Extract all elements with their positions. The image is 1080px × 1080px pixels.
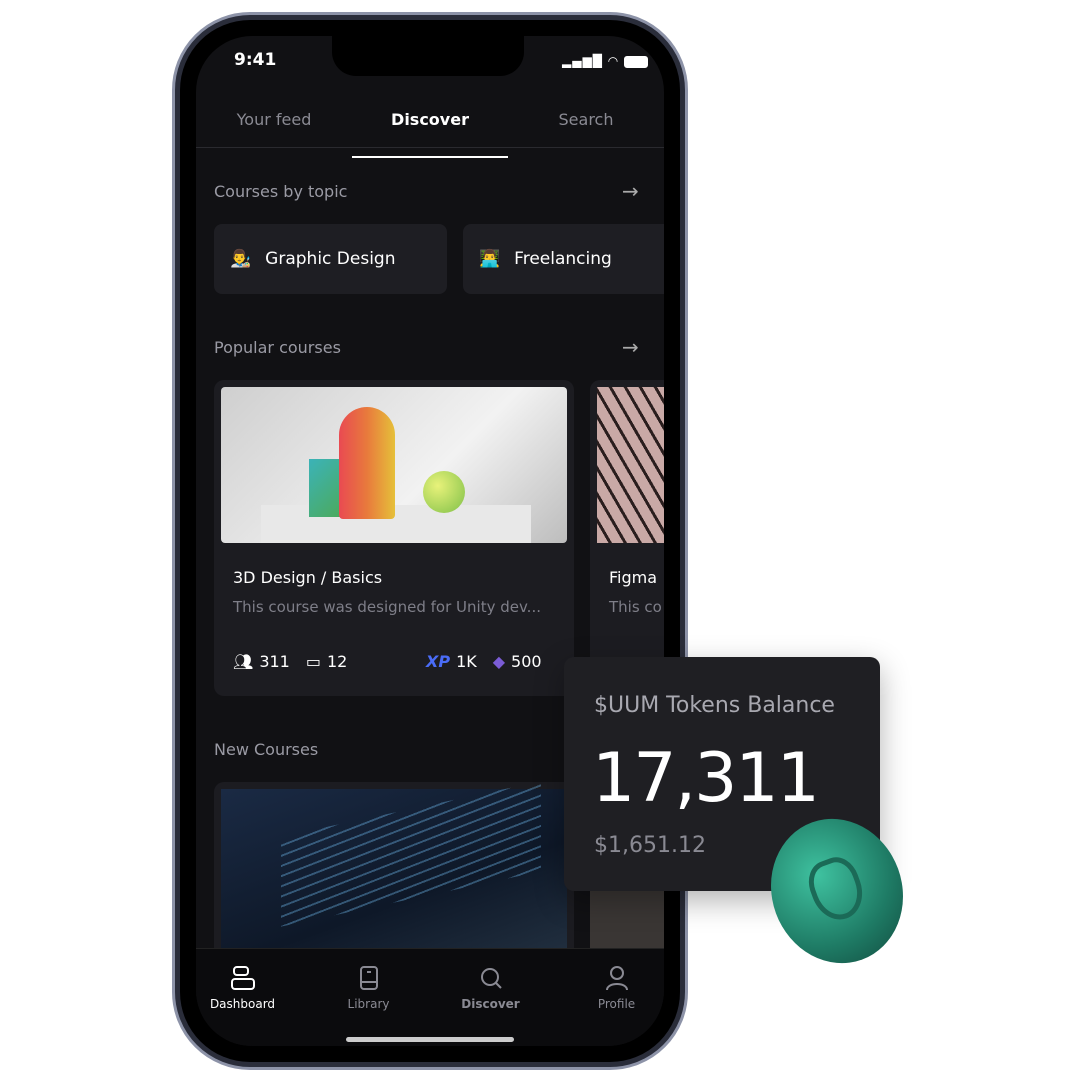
course-description: This course was designed for Unity dev..… xyxy=(233,598,541,616)
xp-value: 1K xyxy=(456,652,477,671)
course-rewards: XP 1K ◆ 500 xyxy=(426,652,542,671)
nav-dashboard[interactable]: Dashboard xyxy=(196,965,301,1011)
student-count: 311 xyxy=(259,652,290,671)
new-course-card[interactable] xyxy=(214,782,574,962)
nav-library[interactable]: Library xyxy=(310,965,427,1011)
topic-label: Freelancing xyxy=(514,249,612,269)
token-balance-value: 17,311 xyxy=(592,739,820,818)
top-tabs: Your feed Discover Search xyxy=(196,100,664,158)
status-time: 9:41 xyxy=(234,50,277,70)
search-icon xyxy=(480,968,502,989)
gem-icon: ◆ xyxy=(492,652,506,671)
nav-label: Dashboard xyxy=(209,997,276,1011)
course-description: This co xyxy=(609,598,662,616)
nav-profile[interactable]: Profile xyxy=(558,965,664,1011)
artist-emoji-icon: 👨‍🎨 xyxy=(230,249,252,269)
nav-label: Profile xyxy=(597,997,636,1011)
course-title: Figma xyxy=(609,568,658,587)
nav-discover[interactable]: Discover xyxy=(432,965,549,1011)
gem-value: 500 xyxy=(511,652,542,671)
arrow-right-icon[interactable]: → xyxy=(622,335,639,359)
topic-graphic-design[interactable]: 👨‍🎨 Graphic Design xyxy=(214,224,447,294)
nav-label: Discover xyxy=(461,997,520,1011)
course-thumbnail xyxy=(597,387,664,543)
app-screen: 9:41 ▂▄▆█ ◠ Your feed Discover Search Co… xyxy=(196,36,664,1046)
signal-icon: ▂▄▆█ xyxy=(562,54,603,68)
user-icon xyxy=(605,966,628,991)
topic-freelancing[interactable]: 👨‍💻 Freelancing xyxy=(463,224,664,294)
topic-label: Graphic Design xyxy=(265,249,396,269)
popular-courses-title: Popular courses xyxy=(214,338,341,357)
tab-search[interactable]: Search xyxy=(508,110,664,129)
course-card[interactable]: Figma This co xyxy=(590,380,664,696)
users-icon: 👥︎ xyxy=(233,652,254,671)
tab-your-feed[interactable]: Your feed xyxy=(196,110,352,129)
course-thumbnail xyxy=(221,782,567,959)
new-courses-title: New Courses xyxy=(214,740,319,759)
arrow-right-icon[interactable]: → xyxy=(622,179,639,203)
xp-icon: XP xyxy=(426,652,451,671)
token-usd-value: $1,651.12 xyxy=(594,833,706,858)
book-icon xyxy=(359,966,378,990)
wifi-icon: ◠ xyxy=(607,54,620,68)
nav-label: Library xyxy=(347,997,390,1011)
notch xyxy=(332,36,524,76)
battery-icon xyxy=(624,55,649,68)
home-indicator xyxy=(346,1037,514,1042)
course-title: 3D Design / Basics xyxy=(233,568,383,587)
dashboard-icon xyxy=(230,966,255,990)
presentation-icon: ▭ xyxy=(305,652,321,671)
token-balance-title: $UUM Tokens Balance xyxy=(594,693,835,718)
course-card[interactable]: 3D Design / Basics This course was desig… xyxy=(214,380,574,696)
bottom-nav: Dashboard Library Discover Profile xyxy=(196,948,664,1046)
course-thumbnail xyxy=(221,387,567,543)
technologist-emoji-icon: 👨‍💻 xyxy=(479,249,501,269)
courses-by-topic-title: Courses by topic xyxy=(214,182,348,201)
status-icons: ▂▄▆█ ◠ xyxy=(562,54,649,68)
lesson-count: 12 xyxy=(326,652,348,671)
tab-discover[interactable]: Discover xyxy=(352,110,508,158)
course-stats: 👥︎ 311 ▭ 12 xyxy=(233,652,347,671)
